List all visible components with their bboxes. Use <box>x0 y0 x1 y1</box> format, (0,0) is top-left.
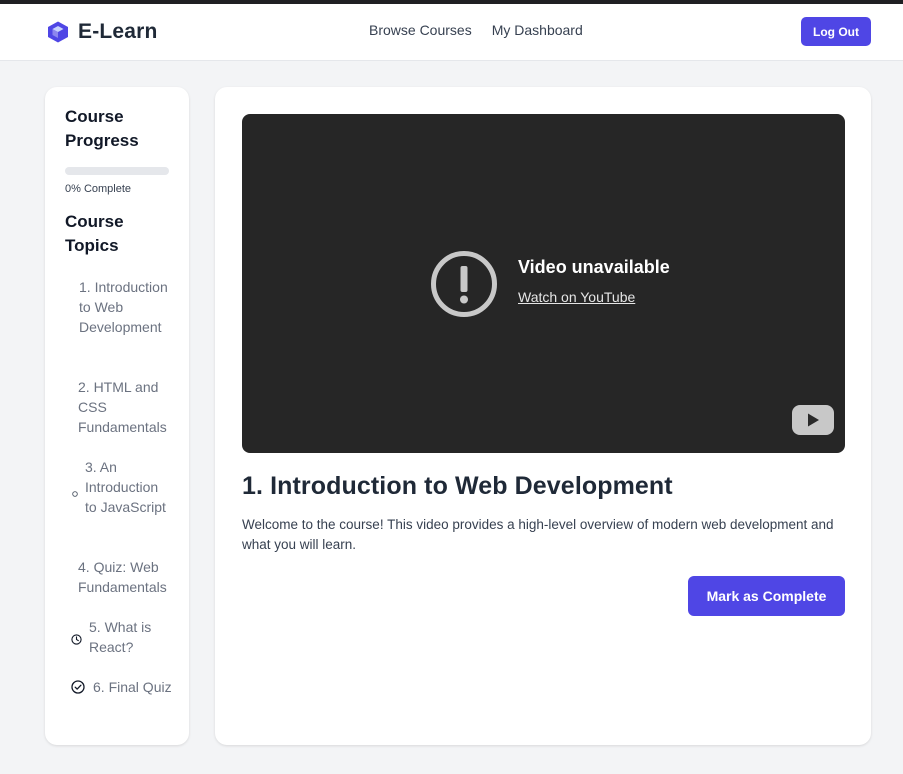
cube-logo-icon <box>46 20 70 44</box>
video-unavailable-title: Video unavailable <box>518 257 670 277</box>
logout-button[interactable]: Log Out <box>801 17 871 46</box>
progress-label: 0% Complete <box>65 183 132 195</box>
mark-complete-button[interactable]: Mark as Complete <box>688 576 845 616</box>
nav-browse-courses[interactable]: Browse Courses <box>369 22 472 38</box>
brand-name: E-Learn <box>78 20 158 43</box>
topic-item-2[interactable]: 2. HTML and CSS Fundamentals <box>78 377 182 437</box>
topic-label: 1. Introduction to Web Development <box>79 279 168 335</box>
topic-label: 5. What is React? <box>89 619 152 655</box>
brand-logo[interactable]: E-Learn <box>46 20 158 44</box>
topic-item-5[interactable]: 5. What is React? <box>71 617 175 657</box>
topic-label: 3. An Introduction to JavaScript <box>85 459 166 515</box>
nav-my-dashboard[interactable]: My Dashboard <box>492 22 583 38</box>
main-nav: Browse Courses My Dashboard <box>369 22 603 38</box>
lesson-title: 1. Introduction to Web Development <box>242 472 673 500</box>
watch-on-youtube-link[interactable]: Watch on YouTube <box>518 289 635 305</box>
check-circle-icon <box>71 680 85 694</box>
topic-label: 6. Final Quiz <box>93 679 172 695</box>
lesson-description: Welcome to the course! This video provid… <box>242 517 834 552</box>
topic-item-1[interactable]: 1. Introduction to Web Development <box>79 277 179 337</box>
topic-item-3[interactable]: 3. An Introduction to JavaScript <box>72 457 172 517</box>
exclamation-circle-icon <box>430 250 498 318</box>
youtube-icon[interactable] <box>792 405 834 435</box>
video-player[interactable]: Video unavailable Watch on YouTube <box>242 114 845 453</box>
top-navbar: E-Learn Browse Courses My Dashboard Log … <box>0 4 903 61</box>
small-circle-icon <box>72 484 78 497</box>
topics-heading: Course Topics <box>65 212 124 255</box>
topic-item-4[interactable]: 4. Quiz: Web Fundamentals <box>78 557 182 597</box>
topic-item-6[interactable]: 6. Final Quiz <box>71 677 175 697</box>
lesson-content: Video unavailable Watch on YouTube 1. In… <box>215 87 871 745</box>
progress-bar <box>65 167 169 175</box>
course-sidebar: Course Progress 0% Complete Course Topic… <box>45 87 189 745</box>
progress-heading: Course Progress <box>65 107 139 150</box>
topic-label: 4. Quiz: Web Fundamentals <box>78 559 167 595</box>
topic-label: 2. HTML and CSS Fundamentals <box>78 379 167 435</box>
clock-icon <box>71 632 82 645</box>
